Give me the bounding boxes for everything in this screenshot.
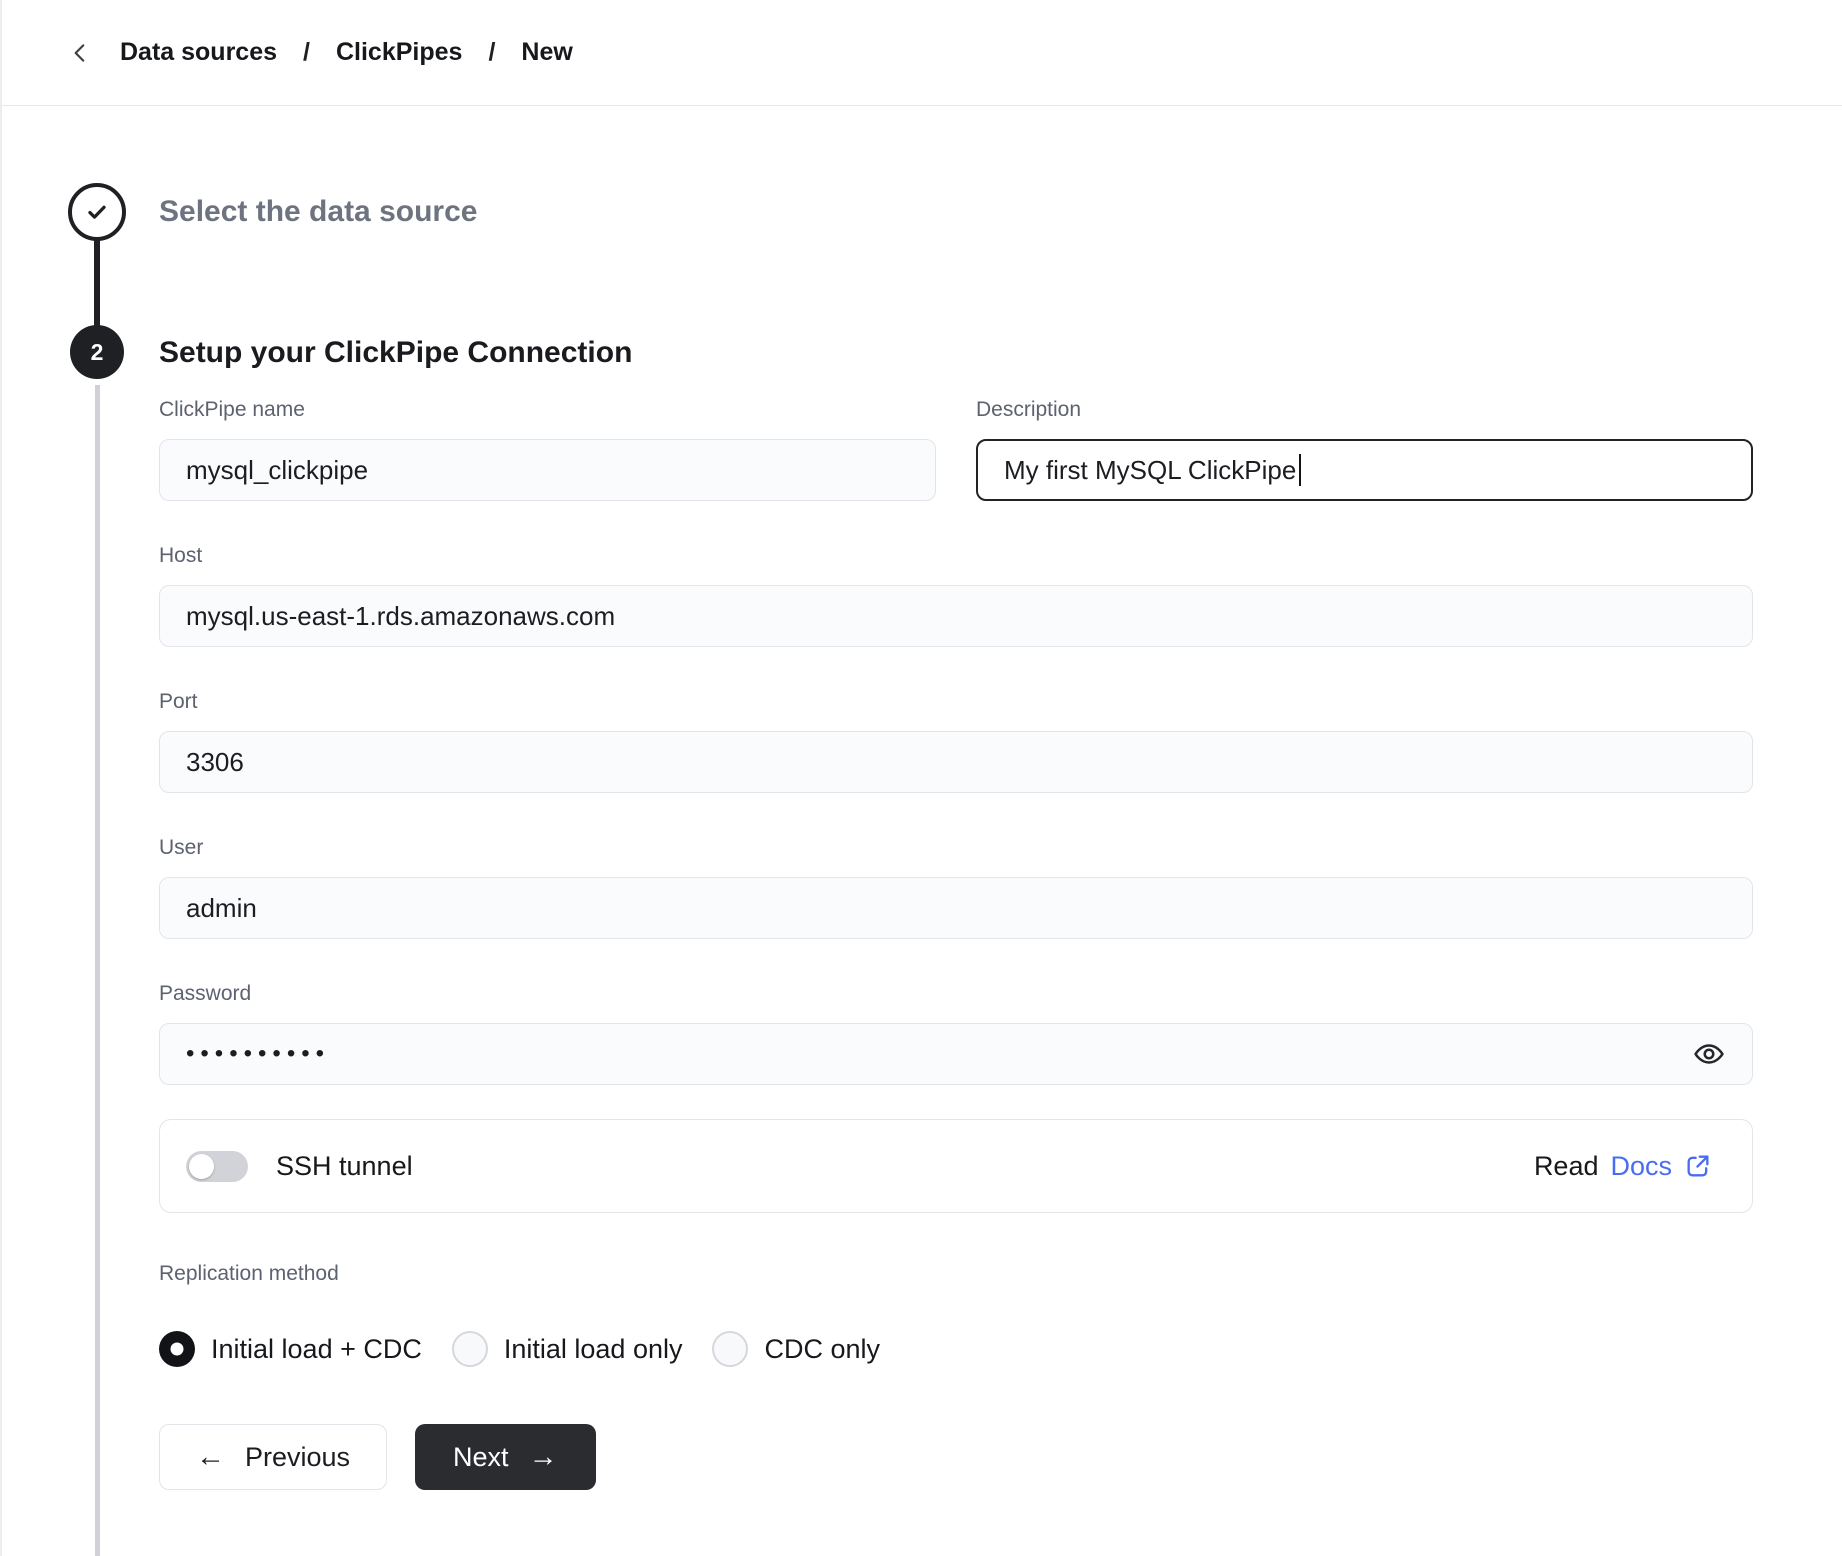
toggle-knob <box>189 1154 214 1179</box>
docs-link[interactable]: Docs <box>1610 1151 1672 1182</box>
clickpipe-name-label: ClickPipe name <box>159 397 936 423</box>
password-label: Password <box>159 981 1753 1007</box>
wizard-nav-buttons: ← Previous Next → <box>159 1424 1753 1490</box>
user-input[interactable] <box>159 877 1753 939</box>
text-cursor <box>1299 454 1301 486</box>
password-input[interactable] <box>159 1023 1753 1085</box>
show-password-button[interactable] <box>1687 1032 1731 1076</box>
radio-label: CDC only <box>764 1334 880 1365</box>
previous-button[interactable]: ← Previous <box>159 1424 387 1490</box>
radio-unselected-icon[interactable] <box>712 1331 748 1367</box>
port-input[interactable] <box>159 731 1753 793</box>
password-field-group: Password <box>159 981 1753 1085</box>
next-button[interactable]: Next → <box>415 1424 596 1490</box>
breadcrumb-bar: Data sources / ClickPipes / New <box>2 0 1842 106</box>
back-button[interactable] <box>58 31 102 75</box>
ssh-docs-area: Read Docs <box>1534 1151 1712 1182</box>
replication-method-label: Replication method <box>159 1261 1753 1287</box>
chevron-left-icon <box>67 40 93 66</box>
radio-selected-icon[interactable] <box>159 1331 195 1367</box>
radio-cdc-only[interactable]: CDC only <box>712 1331 880 1367</box>
radio-label: Initial load only <box>504 1334 683 1365</box>
radio-initial-load-cdc[interactable]: Initial load + CDC <box>159 1331 422 1367</box>
clickpipe-name-input[interactable] <box>159 439 936 501</box>
wizard-content: Select the data source Setup your ClickP… <box>2 193 1842 1490</box>
port-field-group: Port <box>159 689 1753 793</box>
breadcrumb-item-new: New <box>521 38 572 67</box>
arrow-left-icon: ← <box>196 1443 225 1472</box>
ssh-tunnel-toggle[interactable] <box>186 1151 248 1182</box>
port-label: Port <box>159 689 1753 715</box>
clickpipe-name-field-group: ClickPipe name <box>159 397 936 501</box>
radio-unselected-icon[interactable] <box>452 1331 488 1367</box>
external-link-icon[interactable] <box>1684 1152 1712 1180</box>
description-input[interactable]: My first MySQL ClickPipe <box>976 439 1753 501</box>
host-input[interactable] <box>159 585 1753 647</box>
breadcrumb-item-data-sources[interactable]: Data sources <box>120 38 277 67</box>
previous-button-label: Previous <box>245 1442 350 1473</box>
ssh-tunnel-label: SSH tunnel <box>276 1151 413 1182</box>
breadcrumb-separator: / <box>488 38 495 67</box>
read-text: Read <box>1534 1151 1599 1182</box>
host-label: Host <box>159 543 1753 569</box>
breadcrumb: Data sources / ClickPipes / New <box>120 38 573 67</box>
radio-label: Initial load + CDC <box>211 1334 422 1365</box>
step-1-title: Select the data source <box>159 193 1753 231</box>
replication-method-options: Initial load + CDC Initial load only CDC… <box>159 1331 1753 1367</box>
user-field-group: User <box>159 835 1753 939</box>
breadcrumb-item-clickpipes[interactable]: ClickPipes <box>336 38 462 67</box>
breadcrumb-separator: / <box>303 38 310 67</box>
next-button-label: Next <box>453 1442 509 1473</box>
eye-icon <box>1692 1037 1726 1071</box>
name-description-row: ClickPipe name Description My first MySQ… <box>159 397 1753 501</box>
description-label: Description <box>976 397 1753 423</box>
ssh-tunnel-panel: SSH tunnel Read Docs <box>159 1119 1753 1213</box>
arrow-right-icon: → <box>529 1443 558 1472</box>
step-2-title: Setup your ClickPipe Connection <box>159 334 1753 372</box>
user-label: User <box>159 835 1753 861</box>
description-input-value: My first MySQL ClickPipe <box>1004 455 1296 486</box>
host-field-group: Host <box>159 543 1753 647</box>
radio-initial-load-only[interactable]: Initial load only <box>452 1331 683 1367</box>
description-field-group: Description My first MySQL ClickPipe <box>976 397 1753 501</box>
password-input-wrap <box>159 1023 1753 1085</box>
